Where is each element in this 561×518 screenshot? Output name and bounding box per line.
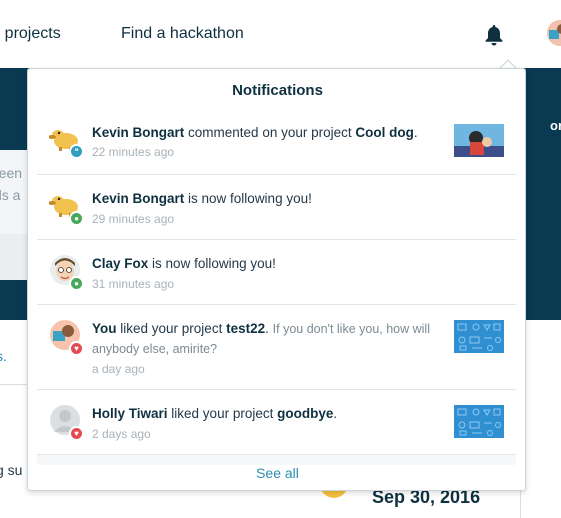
- notification-time: a day ago: [92, 362, 145, 376]
- actor-link[interactable]: Clay Fox: [92, 256, 148, 271]
- notification-text: Clay Fox is now following you!: [92, 254, 442, 274]
- notification-time: 31 minutes ago: [92, 277, 175, 291]
- actor-link[interactable]: Kevin Bongart: [92, 191, 184, 206]
- follow-badge-icon: ●: [69, 211, 84, 226]
- notification-item[interactable]: ● Kevin Bongart is now following you! 29…: [37, 175, 516, 240]
- notification-time: 29 minutes ago: [92, 212, 175, 226]
- notification-verb: is now following you!: [152, 256, 276, 271]
- bg-text-fragment: g su: [0, 462, 23, 478]
- notification-time: 2 days ago: [92, 427, 151, 441]
- actor-link[interactable]: Holly Tiwari: [92, 406, 168, 421]
- project-link[interactable]: goodbye: [277, 406, 333, 421]
- user-avatar[interactable]: [547, 20, 561, 46]
- notification-text: Kevin Bongart is now following you!: [92, 189, 442, 209]
- heart-badge-icon: ♥: [69, 426, 84, 441]
- bg-text-fragment: ds a: [0, 187, 21, 203]
- bg-text-fragment: reen: [0, 165, 23, 181]
- notification-text: Holly Tiwari liked your project goodbye.: [92, 404, 442, 424]
- notification-verb: commented on your project: [188, 125, 352, 140]
- notification-item[interactable]: ♥ Holly Tiwari liked your project goodby…: [37, 390, 516, 455]
- punctuation: .: [413, 125, 418, 140]
- see-all-link[interactable]: See all: [28, 465, 527, 481]
- project-thumbnail[interactable]: [454, 405, 504, 438]
- follow-badge-icon: ●: [69, 276, 84, 291]
- notification-time: 22 minutes ago: [92, 145, 175, 159]
- top-nav: re projects Find a hackathon: [0, 0, 561, 68]
- divider: [0, 384, 30, 385]
- bg-link-fragment[interactable]: s.: [0, 348, 7, 364]
- notifications-title: Notifications: [232, 82, 323, 99]
- notification-list: ❝ Kevin Bongart commented on your projec…: [37, 110, 516, 465]
- nav-explore-projects[interactable]: re projects: [0, 25, 61, 43]
- notifications-dropdown: Notifications ❝ Kevin Bongart commented …: [27, 68, 526, 491]
- actor-link[interactable]: You: [92, 321, 117, 336]
- notification-verb: liked your project: [120, 321, 223, 336]
- project-link[interactable]: test22: [226, 321, 265, 336]
- bell-icon[interactable]: [484, 24, 504, 46]
- actor-link[interactable]: Kevin Bongart: [92, 125, 184, 140]
- notification-text: Kevin Bongart commented on your project …: [92, 123, 442, 143]
- notification-verb: liked your project: [171, 406, 274, 421]
- notification-item[interactable]: ♥ You liked your project test22. If you …: [37, 305, 516, 390]
- notification-text: You liked your project test22. If you do…: [92, 319, 442, 359]
- notification-item[interactable]: ❝ Kevin Bongart commented on your projec…: [37, 110, 516, 175]
- project-thumbnail[interactable]: [454, 124, 504, 157]
- notification-verb: is now following you!: [188, 191, 312, 206]
- punctuation: .: [333, 406, 338, 421]
- project-link[interactable]: Cool dog: [355, 125, 413, 140]
- nav-find-hackathon[interactable]: Find a hackathon: [121, 25, 244, 43]
- punctuation: .: [265, 321, 269, 336]
- notification-item[interactable]: ● Clay Fox is now following you! 31 minu…: [37, 240, 516, 305]
- comment-badge-icon: ❝: [69, 144, 84, 159]
- heart-badge-icon: ♥: [69, 341, 84, 356]
- project-thumbnail[interactable]: [454, 320, 504, 353]
- bg-text-fragment: on: [550, 118, 561, 133]
